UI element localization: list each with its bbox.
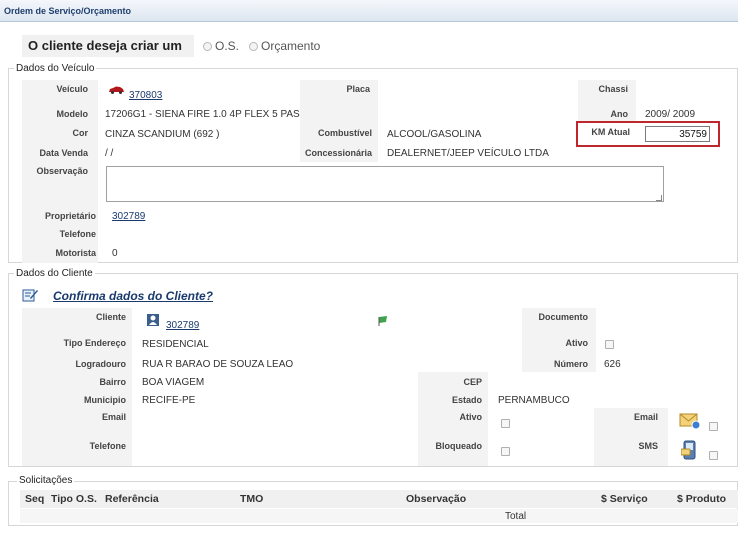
combustivel-value: ALCOOL/GASOLINA xyxy=(387,129,482,140)
col-tmo[interactable]: TMO xyxy=(240,493,263,505)
sms-label: SMS xyxy=(638,441,658,451)
edit-client-icon[interactable] xyxy=(22,288,38,302)
col-seq[interactable]: Seq xyxy=(25,493,44,505)
telefone-client-label: Telefone xyxy=(89,441,126,451)
logradouro-label: Logradouro xyxy=(75,359,127,369)
numero-label: Número xyxy=(553,359,588,369)
col-observacao[interactable]: Observação xyxy=(406,493,466,505)
veiculo-label: Veículo xyxy=(56,84,88,94)
modelo-value: 17206G1 - SIENA FIRE 1.0 4P FLEX 5 PAS xyxy=(105,109,300,120)
logradouro-value: RUA R BARAO DE SOUZA LEAO xyxy=(142,359,294,370)
textarea-resize-handle[interactable] xyxy=(656,195,662,201)
data-venda-value: / / xyxy=(105,148,114,159)
radio-os-label: O.S. xyxy=(215,39,240,53)
requests-legend: Solicitações xyxy=(17,475,75,486)
cor-label: Cor xyxy=(72,128,89,138)
tipo-endereco-value: RESIDENCIAL xyxy=(142,339,209,350)
cor-value: CINZA SCANDIUM (692 ) xyxy=(105,129,220,140)
col-tipo-os[interactable]: Tipo O.S. xyxy=(51,493,97,505)
chassi-label: Chassi xyxy=(598,84,628,94)
window-title-bar: Ordem de Serviço/Orçamento xyxy=(0,0,738,22)
email-notify-checkbox[interactable] xyxy=(709,422,718,431)
window-title: Ordem de Serviço/Orçamento xyxy=(4,6,132,16)
cliente-label: Cliente xyxy=(95,312,126,322)
flag-icon[interactable] xyxy=(377,315,389,327)
phone-sms-icon[interactable] xyxy=(680,440,699,460)
email-label: Email xyxy=(101,412,126,422)
requests-total-row xyxy=(20,509,738,523)
total-label: Total xyxy=(505,511,527,522)
municipio-label: Municipio xyxy=(84,395,126,405)
radio-os[interactable] xyxy=(203,42,212,51)
concessionaria-value: DEALERNET/JEEP VEÍCULO LTDA xyxy=(387,148,549,159)
cliente-link[interactable]: 302789 xyxy=(166,320,199,331)
bairro-label: Bairro xyxy=(99,377,126,387)
modelo-label: Modelo xyxy=(56,109,89,119)
car-icon xyxy=(108,86,125,94)
estado-value: PERNAMBUCO xyxy=(498,395,570,406)
documento-label: Documento xyxy=(538,312,589,322)
bloqueado-checkbox[interactable] xyxy=(501,447,510,456)
vehicle-label-column xyxy=(22,80,98,208)
ano-value: 2009/ 2009 xyxy=(645,109,696,120)
ativo-email-checkbox[interactable] xyxy=(501,419,510,428)
ano-label: Ano xyxy=(610,109,629,119)
placa-label: Placa xyxy=(346,84,370,94)
observacao-label: Observação xyxy=(36,166,88,176)
estado-label: Estado xyxy=(451,395,482,405)
radio-orcamento-label: Orçamento xyxy=(261,39,321,53)
km-atual-label: KM Atual xyxy=(591,127,630,137)
cep-label: CEP xyxy=(463,377,482,387)
tipo-endereco-label: Tipo Endereço xyxy=(63,338,126,348)
sms-checkbox[interactable] xyxy=(709,451,718,460)
numero-value: 626 xyxy=(604,359,621,370)
person-card-icon xyxy=(146,313,160,327)
proprietario-label: Proprietário xyxy=(44,211,96,221)
motorista-value: 0 xyxy=(112,248,118,259)
combustivel-label: Combustível xyxy=(317,128,372,138)
municipio-value: RECIFE-PE xyxy=(142,395,196,406)
envelope-icon[interactable] xyxy=(679,411,701,431)
ativo-email-label: Ativo xyxy=(459,412,483,422)
confirm-client-link[interactable]: Confirma dados do Cliente? xyxy=(53,289,213,303)
email-notify-label: Email xyxy=(633,412,658,422)
km-atual-input[interactable] xyxy=(645,126,710,142)
data-venda-label: Data Venda xyxy=(39,148,88,158)
radio-orcamento[interactable] xyxy=(249,42,258,51)
ativo-label: Ativo xyxy=(565,338,589,348)
vehicle-legend: Dados do Veículo xyxy=(14,63,97,74)
motorista-label: Motorista xyxy=(55,248,97,258)
veiculo-link[interactable]: 370803 xyxy=(129,90,162,101)
ativo-checkbox[interactable] xyxy=(605,340,614,349)
observacao-textarea[interactable] xyxy=(106,166,664,202)
bairro-value: BOA VIAGEM xyxy=(142,377,205,388)
col-produto[interactable]: $ Produto xyxy=(677,493,726,505)
concessionaria-label: Concessionária xyxy=(304,148,372,158)
telefone-label: Telefone xyxy=(59,229,96,239)
col-referencia[interactable]: Referência xyxy=(105,493,159,505)
create-question-label: O cliente deseja criar um xyxy=(28,38,182,53)
proprietario-link[interactable]: 302789 xyxy=(112,211,145,222)
bloqueado-label: Bloqueado xyxy=(435,441,483,451)
col-servico[interactable]: $ Serviço xyxy=(601,493,648,505)
client-legend: Dados do Cliente xyxy=(14,268,95,279)
